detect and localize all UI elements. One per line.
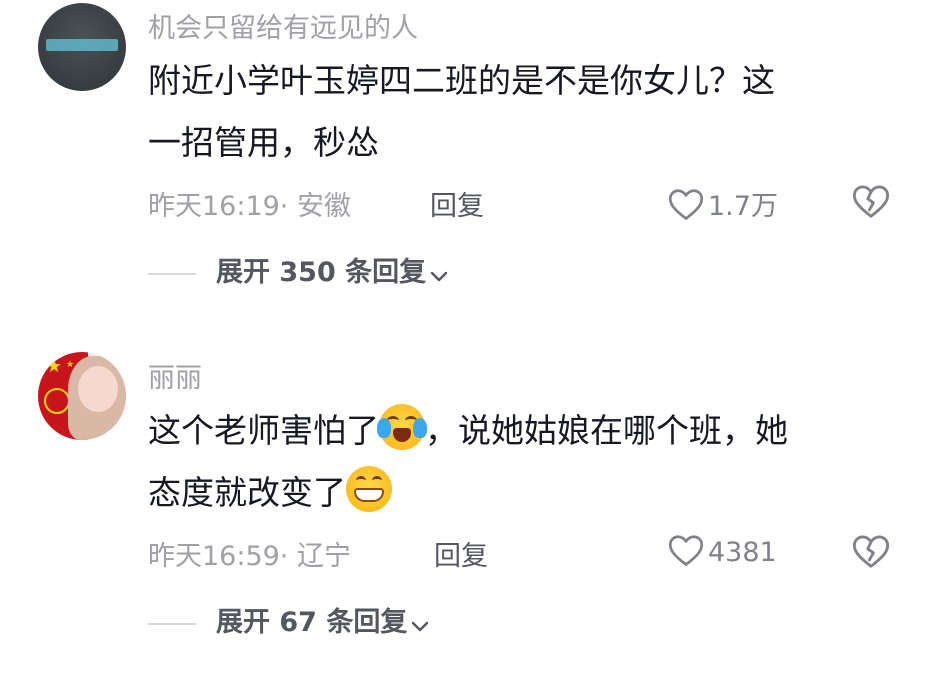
avatar[interactable] <box>38 3 126 91</box>
like-button[interactable]: 4381 <box>668 534 777 568</box>
heart-outline-icon <box>668 535 704 566</box>
avatar[interactable]: ★ ★ ★ <box>38 352 126 440</box>
comment-text-line: 附近小学叶玉婷四二班的是不是你女儿？这 <box>148 61 775 100</box>
divider <box>148 272 196 275</box>
comment-meta: 昨天16:59· 辽宁 回复 4381 <box>148 534 908 574</box>
crying-laughing-emoji <box>377 404 427 450</box>
comment-meta: 昨天16:19· 安徽 回复 1.7万 <box>148 184 908 224</box>
expand-replies-button[interactable]: 展开 350 条回复 <box>148 250 448 290</box>
reply-button[interactable]: 回复 <box>434 534 488 573</box>
comment-time-location: 昨天16:19· 安徽 <box>148 191 351 222</box>
expand-replies-label: 展开 350 条回复 <box>216 257 427 288</box>
avatar-seal <box>44 388 70 414</box>
avatar-badge <box>46 39 118 51</box>
comment-time-location: 昨天16:59· 辽宁 <box>148 541 351 572</box>
comment-text-line: 态度就改变了 <box>148 462 888 524</box>
avatar-face <box>78 366 118 412</box>
expand-replies-label: 展开 67 条回复 <box>216 607 408 638</box>
heart-outline-icon <box>668 189 704 220</box>
star-icon: ★ <box>46 356 63 377</box>
dislike-button[interactable] <box>852 534 890 577</box>
comment-username[interactable]: 丽丽 <box>148 356 202 395</box>
grinning-emoji <box>346 466 392 512</box>
comment-text-segment: 态度就改变了 <box>148 473 346 512</box>
chevron-down-icon <box>412 621 429 632</box>
dislike-button[interactable] <box>852 184 890 227</box>
like-count: 4381 <box>708 537 777 568</box>
like-count: 1.7万 <box>708 191 778 222</box>
comment-username[interactable]: 机会只留给有远见的人 <box>148 6 418 45</box>
chevron-down-icon <box>430 271 448 282</box>
expand-replies-button[interactable]: 展开 67 条回复 <box>148 600 429 640</box>
comment-text-segment: ，说她姑娘在哪个班，她 <box>425 411 788 450</box>
comment-text: 这个老师害怕了 ，说她姑娘在哪个班，她 态度就改变了 <box>148 400 888 524</box>
like-button[interactable]: 1.7万 <box>668 184 778 223</box>
comment-text-segment: 这个老师害怕了 <box>148 411 379 450</box>
comment-text: 附近小学叶玉婷四二班的是不是你女儿？这 一招管用，秒怂 <box>148 50 888 174</box>
divider <box>148 622 196 625</box>
comment-text-line: 一招管用，秒怂 <box>148 123 379 162</box>
broken-heart-icon <box>852 535 890 568</box>
broken-heart-icon <box>852 185 890 218</box>
comment-text-line: 这个老师害怕了 ，说她姑娘在哪个班，她 <box>148 400 888 462</box>
reply-button[interactable]: 回复 <box>430 184 484 223</box>
